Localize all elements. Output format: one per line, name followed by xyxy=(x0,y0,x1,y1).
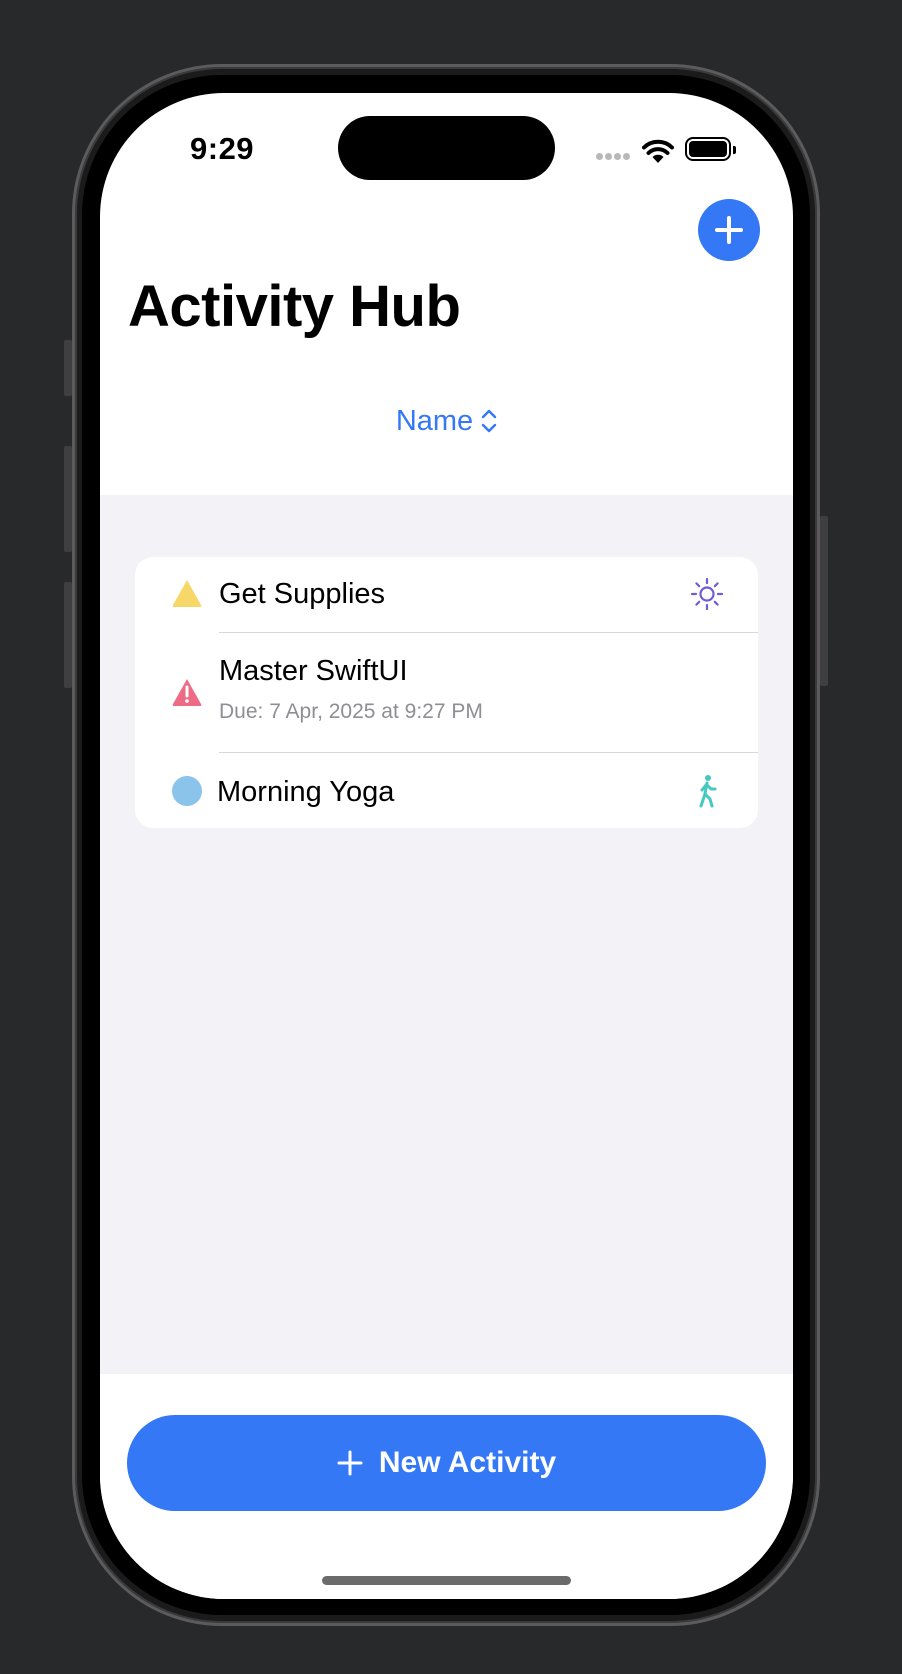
list-item[interactable]: Master SwiftUI Due: 7 Apr, 2025 at 9:27 … xyxy=(135,633,758,753)
volume-up-button xyxy=(64,446,72,552)
sort-picker[interactable]: Name xyxy=(100,401,793,441)
battery-icon xyxy=(685,137,736,161)
activity-list-card: Get Supplies Master SwiftUI Due: 7 Apr, … xyxy=(135,557,758,828)
page-title: Activity Hub xyxy=(128,274,461,339)
list-item[interactable]: Morning Yoga xyxy=(135,753,758,828)
activity-list: Get Supplies Master SwiftUI Due: 7 Apr, … xyxy=(100,495,793,1374)
sun-icon xyxy=(690,577,724,611)
power-button xyxy=(820,516,828,686)
chevron-up-down-icon xyxy=(481,409,497,433)
activity-title: Morning Yoga xyxy=(217,776,395,808)
exclamation-triangle-icon xyxy=(172,679,202,706)
dynamic-island xyxy=(338,116,555,180)
new-activity-label: New Activity xyxy=(378,1446,557,1479)
plus-icon xyxy=(337,1450,363,1476)
cellular-signal-icon xyxy=(596,153,630,161)
add-activity-button[interactable] xyxy=(698,199,760,261)
status-time: 9:29 xyxy=(190,131,255,166)
figure-walk-icon xyxy=(699,775,717,808)
activity-due-date: Due: 7 Apr, 2025 at 9:27 PM xyxy=(219,700,483,723)
activity-title: Master SwiftUI xyxy=(219,655,408,687)
list-item[interactable]: Get Supplies xyxy=(135,557,758,633)
wifi-icon xyxy=(642,139,674,163)
new-activity-button[interactable]: New Activity xyxy=(127,1415,766,1511)
volume-down-button xyxy=(64,582,72,688)
sort-label: Name xyxy=(395,404,474,437)
screen: 9:29 Activity Hub Name Get Supplies Mast… xyxy=(100,93,793,1599)
home-indicator[interactable] xyxy=(322,1576,571,1585)
action-button xyxy=(64,340,72,396)
circle-icon xyxy=(172,776,202,806)
plus-icon xyxy=(715,216,743,244)
activity-title: Get Supplies xyxy=(219,578,386,610)
triangle-icon xyxy=(172,580,202,607)
